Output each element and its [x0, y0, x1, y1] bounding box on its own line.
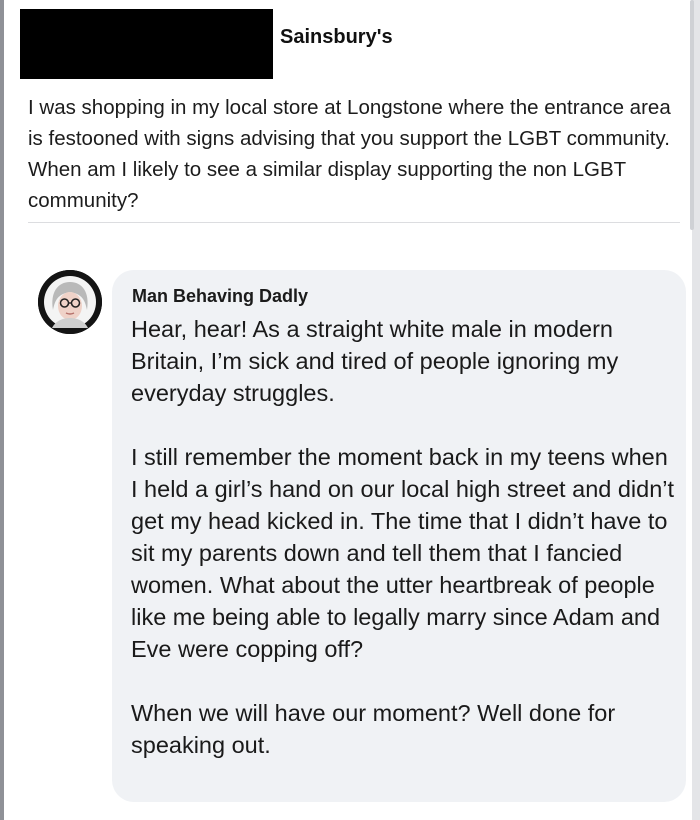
comment-author[interactable]: Man Behaving Dadly [132, 286, 308, 307]
comment-paragraph: Hear, hear! As a straight white male in … [131, 316, 619, 406]
post-body: I was shopping in my local store at Long… [28, 92, 688, 216]
scrollbar[interactable] [690, 0, 694, 230]
comment-body: Hear, hear! As a straight white male in … [131, 313, 679, 761]
redacted-profile-block [20, 9, 273, 79]
post-text: I was shopping in my local store at Long… [28, 96, 671, 212]
avatar-portrait-icon [38, 270, 102, 334]
post-page-name[interactable]: Sainsbury's [280, 26, 393, 49]
comment-paragraph: I still remember the moment back in my t… [131, 444, 675, 662]
comment-bubble: Man Behaving Dadly Hear, hear! As a stra… [112, 270, 686, 802]
commenter-avatar[interactable] [38, 270, 102, 334]
divider [28, 222, 680, 223]
comment-paragraph: When we will have our moment? Well done … [131, 700, 616, 758]
post-card: Sainsbury's I was shopping in my local s… [4, 0, 694, 820]
